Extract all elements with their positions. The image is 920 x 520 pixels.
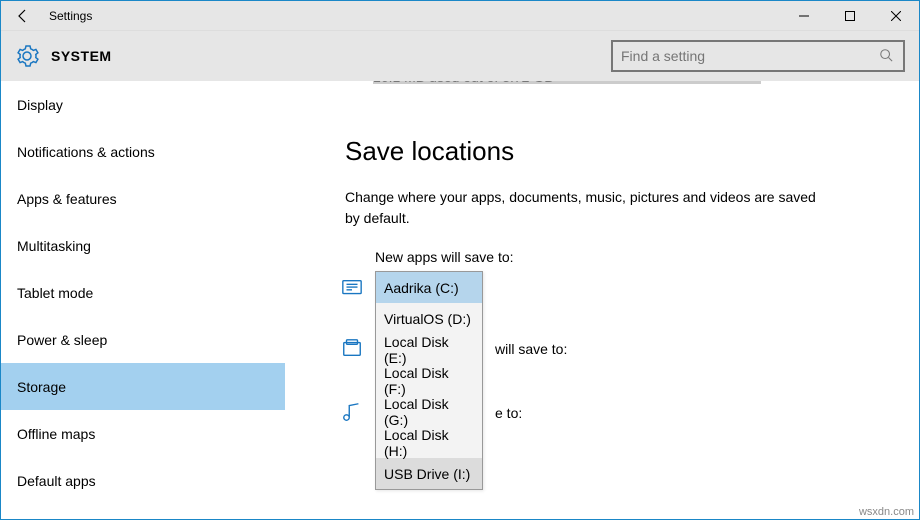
sidebar-item-label: Multitasking	[17, 238, 91, 254]
maximize-button[interactable]	[827, 1, 873, 31]
sidebar-item-label: Tablet mode	[17, 285, 93, 301]
drive-dropdown[interactable]: Aadrika (C:) VirtualOS (D:) Local Disk (…	[375, 271, 483, 490]
window-title: Settings	[49, 9, 781, 23]
sidebar-item-multitasking[interactable]: Multitasking	[1, 222, 285, 269]
minimize-button[interactable]	[781, 1, 827, 31]
sidebar-item-notifications[interactable]: Notifications & actions	[1, 128, 285, 175]
header: SYSTEM	[1, 31, 919, 81]
main-content: 16.1 MB used out of 3.72 GB Save locatio…	[285, 81, 919, 519]
sidebar-item-label: Notifications & actions	[17, 144, 155, 160]
titlebar: Settings	[1, 1, 919, 31]
sidebar-item-offline-maps[interactable]: Offline maps	[1, 410, 285, 457]
sidebar-item-label: Default apps	[17, 473, 96, 489]
sidebar-item-label: Offline maps	[17, 426, 95, 442]
section-description: Change where your apps, documents, music…	[345, 187, 825, 229]
dropdown-option[interactable]: USB Drive (I:)	[376, 458, 482, 489]
sidebar-item-apps-features[interactable]: Apps & features	[1, 175, 285, 222]
apps-icon	[341, 277, 363, 299]
sidebar-item-tablet-mode[interactable]: Tablet mode	[1, 269, 285, 316]
watermark: wsxdn.com	[859, 506, 914, 518]
sidebar-item-display[interactable]: Display	[1, 81, 285, 128]
sidebar-item-label: Apps & features	[17, 191, 117, 207]
save-label-documents: will save to:	[495, 341, 919, 357]
page-title: SYSTEM	[51, 48, 611, 64]
gear-icon	[15, 44, 39, 68]
sidebar-item-label: Storage	[17, 379, 66, 395]
back-button[interactable]	[1, 1, 45, 31]
music-icon	[341, 401, 363, 423]
dropdown-option[interactable]: Aadrika (C:)	[376, 272, 482, 303]
save-label-music: e to:	[495, 405, 919, 421]
search-box[interactable]	[611, 40, 905, 72]
save-group-apps: New apps will save to: Aadrika (C:) Virt…	[375, 249, 919, 265]
storage-usage-text: 16.1 MB used out of 3.72 GB	[373, 81, 919, 85]
sidebar-item-label: Display	[17, 97, 63, 113]
dropdown-option[interactable]: VirtualOS (D:)	[376, 303, 482, 334]
dropdown-option[interactable]: Local Disk (E:)	[376, 334, 482, 365]
close-button[interactable]	[873, 1, 919, 31]
dropdown-option[interactable]: Local Disk (H:)	[376, 427, 482, 458]
section-title: Save locations	[345, 136, 919, 167]
sidebar-item-label: Power & sleep	[17, 332, 107, 348]
search-input[interactable]	[621, 48, 879, 64]
sidebar-item-default-apps[interactable]: Default apps	[1, 457, 285, 504]
documents-icon	[341, 337, 363, 359]
sidebar-item-power-sleep[interactable]: Power & sleep	[1, 316, 285, 363]
dropdown-option[interactable]: Local Disk (G:)	[376, 396, 482, 427]
search-icon	[879, 48, 895, 64]
sidebar-item-storage[interactable]: Storage	[1, 363, 285, 410]
dropdown-option[interactable]: Local Disk (F:)	[376, 365, 482, 396]
sidebar: Display Notifications & actions Apps & f…	[1, 81, 285, 519]
save-label-apps: New apps will save to:	[375, 249, 919, 265]
